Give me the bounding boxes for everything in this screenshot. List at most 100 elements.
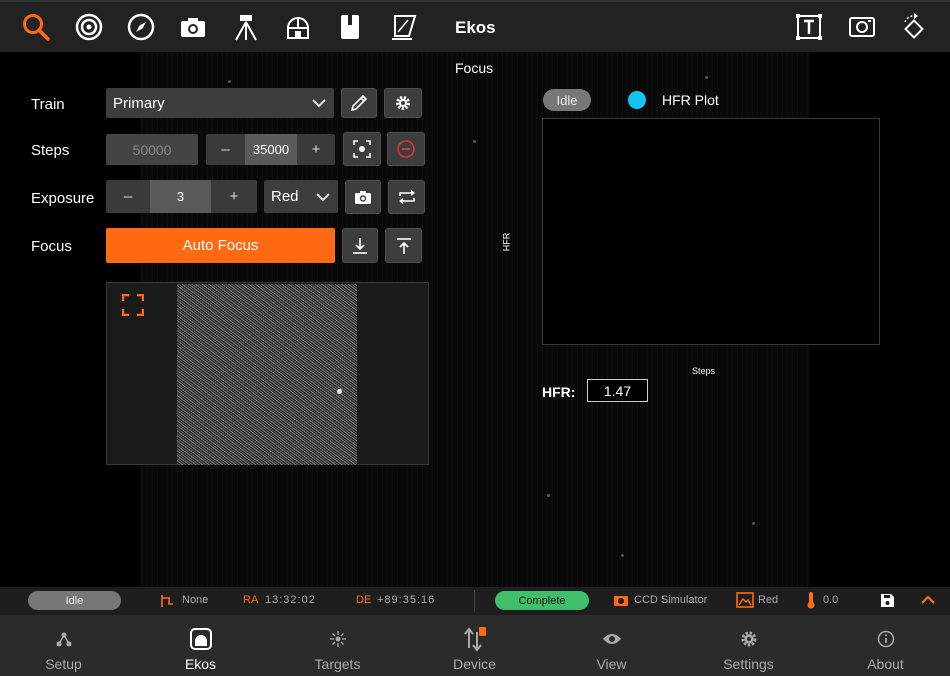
tripod-icon[interactable] — [229, 10, 263, 44]
targets-icon — [329, 628, 347, 650]
nav-label: Settings — [723, 656, 774, 672]
nav-view[interactable]: View — [543, 615, 680, 676]
de-label: DE — [356, 594, 372, 606]
view-icon — [602, 628, 622, 650]
pencil-icon — [350, 94, 368, 112]
steps-decrement-button[interactable]: – — [206, 134, 245, 165]
nav-label: Device — [453, 656, 496, 672]
nav-targets[interactable]: Targets — [269, 615, 406, 676]
arrow-down-to-line-icon — [353, 237, 367, 254]
exposure-stepper[interactable]: – 3 + — [106, 180, 257, 213]
about-icon — [877, 628, 895, 650]
camera-icon[interactable] — [176, 10, 210, 44]
notebook-icon[interactable] — [333, 10, 367, 44]
app-title: Ekos — [455, 18, 496, 37]
capture-button[interactable] — [345, 180, 381, 214]
train-label: Train — [31, 96, 65, 113]
arrow-up-to-line-icon — [396, 237, 411, 254]
thermometer-icon — [807, 592, 815, 609]
ra-value: 13:32:02 — [265, 594, 316, 606]
nav-label: Setup — [45, 656, 82, 672]
crosshair-frame-icon — [353, 140, 371, 158]
camera-name: CCD Simulator — [634, 594, 708, 606]
target-name: None — [182, 594, 209, 606]
exposure-value[interactable]: 3 — [150, 180, 211, 213]
train-select[interactable]: Primary — [106, 88, 334, 118]
filter-select[interactable]: Red — [264, 180, 338, 213]
hfr-readout-value: 1.47 — [587, 379, 648, 402]
plot-y-axis-label: HFR — [501, 232, 512, 252]
nav-settings[interactable]: Settings — [680, 615, 817, 676]
search-icon[interactable] — [19, 10, 53, 44]
nav-label: About — [867, 656, 904, 672]
target-icon[interactable] — [72, 10, 106, 44]
plot-x-axis-label: Steps — [692, 366, 716, 376]
stop-focus-button[interactable] — [387, 132, 425, 166]
chevron-up-icon[interactable] — [921, 595, 935, 605]
status-divider — [474, 590, 475, 612]
expand-icon[interactable] — [122, 294, 144, 316]
save-icon[interactable] — [880, 593, 895, 608]
nav-device[interactable]: Device — [406, 615, 543, 676]
text-frame-icon[interactable] — [792, 10, 826, 44]
steps-increment-button[interactable]: + — [297, 134, 335, 165]
exposure-label: Exposure — [31, 190, 95, 207]
steps-absolute-input[interactable]: 50000 — [106, 134, 198, 165]
top-toolbar: Ekos — [0, 0, 950, 52]
hfr-readout-label: HFR: — [542, 384, 576, 400]
nav-label: Ekos — [184, 656, 217, 672]
filter-value: Red — [271, 188, 299, 205]
filter-wheel-icon — [736, 592, 754, 608]
focus-label: Focus — [31, 238, 72, 255]
mount-icon — [161, 595, 173, 607]
focus-frame-preview[interactable] — [106, 282, 429, 465]
train-settings-button[interactable] — [384, 88, 422, 118]
settings-icon — [740, 628, 758, 650]
section-title: Focus — [455, 60, 494, 76]
edit-train-button[interactable] — [341, 88, 377, 118]
train-value: Primary — [113, 94, 165, 112]
focus-in-button[interactable] — [343, 132, 381, 166]
nav-about[interactable]: About — [817, 615, 950, 676]
observatory-icon[interactable] — [281, 10, 315, 44]
nav-ekos[interactable]: Ekos — [132, 615, 269, 676]
mount-status-badge: Idle — [28, 591, 121, 610]
camera-icon — [355, 191, 371, 204]
ekos-icon — [189, 628, 213, 650]
hfr-plot[interactable] — [542, 118, 880, 345]
flat-panel-icon[interactable] — [386, 10, 420, 44]
auto-focus-button[interactable]: Auto Focus — [106, 228, 335, 263]
noise-image — [177, 284, 357, 465]
steps-stepper[interactable]: – 35000 + — [206, 134, 335, 165]
gear-icon — [396, 96, 410, 110]
repeat-icon — [398, 190, 415, 204]
capture-status-badge: Complete — [495, 591, 589, 610]
nav-label: View — [596, 656, 627, 672]
filter-name: Red — [758, 594, 779, 606]
focus-in-step-button[interactable] — [385, 228, 422, 263]
focus-out-button[interactable] — [342, 228, 378, 263]
setup-icon — [55, 628, 73, 650]
screenshot-icon[interactable] — [845, 10, 879, 44]
exposure-increment-button[interactable]: + — [211, 180, 257, 213]
star-marker — [337, 389, 342, 394]
nav-setup[interactable]: Setup — [0, 615, 132, 676]
compass-icon[interactable] — [124, 10, 158, 44]
stop-icon — [397, 140, 415, 158]
de-value: +89:35:16 — [377, 594, 436, 606]
exposure-decrement-button[interactable]: – — [106, 180, 150, 213]
hfr-legend-dot — [628, 91, 646, 109]
steps-label: Steps — [31, 142, 70, 159]
loop-button[interactable] — [388, 180, 425, 214]
hfr-legend-label: HFR Plot — [662, 92, 719, 108]
ccd-camera-icon — [614, 596, 628, 606]
focus-module: Focus Train Primary Steps 50000 – 35000 … — [0, 52, 950, 587]
rotate-icon[interactable] — [897, 10, 931, 44]
status-bar: Idle None RA 13:32:02 DE +89:35:16 Compl… — [0, 587, 950, 615]
steps-value[interactable]: 35000 — [245, 134, 297, 165]
focus-status-badge: Idle — [543, 89, 591, 111]
chevron-down-icon — [316, 192, 330, 201]
chevron-down-icon — [312, 99, 326, 108]
ra-label: RA — [243, 594, 259, 606]
nav-label: Targets — [314, 656, 361, 672]
